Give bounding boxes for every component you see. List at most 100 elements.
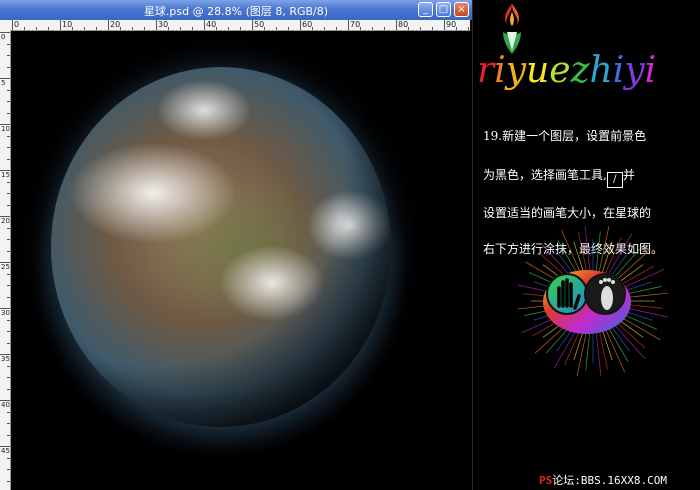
planet-shadow bbox=[51, 67, 391, 427]
ruler-tick bbox=[0, 124, 10, 125]
ruler-top-label: 0 bbox=[14, 20, 20, 29]
ruler-left-label: 25 bbox=[1, 263, 10, 271]
ruler-tick bbox=[132, 27, 133, 30]
ruler-tick bbox=[0, 32, 10, 33]
ruler-tick bbox=[240, 27, 241, 30]
instruction-line-2-a: 为黑色，选择画笔工具, bbox=[483, 168, 607, 182]
footer-forum-text: 论坛:BBS.16XX8.COM bbox=[552, 474, 667, 487]
ruler-tick bbox=[7, 331, 10, 332]
ruler-tick bbox=[7, 296, 10, 298]
window-titlebar[interactable]: 星球.psd @ 28.8% (图层 8, RGB/8) _ □ × bbox=[0, 0, 472, 20]
ruler-top-label: 20 bbox=[110, 20, 121, 29]
ruler-tick bbox=[312, 27, 313, 30]
brand-logo-text: riyuezhiyi bbox=[477, 50, 656, 91]
ruler-tick bbox=[7, 423, 10, 424]
foot-icon bbox=[601, 286, 613, 310]
ruler-tick bbox=[0, 446, 10, 447]
ruler-top-label: 80 bbox=[398, 20, 409, 29]
brand-letter: y bbox=[505, 50, 527, 91]
tutorial-panel: riyuezhiyi 19.新建一个图层，设置前景色 为黑色，选择画笔工具, / 并… bbox=[473, 0, 700, 490]
ruler-tick bbox=[96, 27, 97, 30]
ruler-tick bbox=[7, 411, 10, 413]
brand-letter: i bbox=[494, 50, 506, 91]
forum-footer: PS论坛:BBS.16XX8.COM bbox=[539, 472, 667, 488]
document-canvas[interactable] bbox=[11, 31, 472, 490]
ruler-tick bbox=[0, 308, 10, 309]
ruler-tick bbox=[300, 20, 301, 30]
ruler-tick bbox=[7, 469, 10, 470]
brush-icon: / bbox=[606, 172, 623, 188]
ruler-tick bbox=[24, 27, 25, 30]
minimize-button[interactable]: _ bbox=[418, 2, 433, 17]
ruler-tick bbox=[228, 27, 229, 30]
ruler-left-label: 35 bbox=[1, 355, 10, 363]
ruler-tick bbox=[7, 273, 10, 275]
ruler-tick bbox=[7, 285, 10, 286]
ruler-tick bbox=[7, 250, 10, 252]
ruler-tick bbox=[0, 400, 10, 401]
ruler-tick bbox=[7, 101, 10, 102]
ruler-tick bbox=[7, 480, 10, 482]
ruler-tick bbox=[264, 27, 265, 30]
ruler-tick bbox=[7, 342, 10, 344]
burst-ray bbox=[598, 330, 608, 370]
ruler-tick bbox=[48, 27, 49, 30]
ruler-tick bbox=[216, 27, 217, 30]
ruler-top-label: 90 bbox=[446, 20, 457, 29]
brand-letter: r bbox=[477, 50, 495, 91]
ruler-top-label: 60 bbox=[302, 20, 313, 29]
ruler-tick bbox=[408, 27, 409, 30]
window-title: 星球.psd @ 28.8% (图层 8, RGB/8) bbox=[143, 5, 329, 18]
ruler-left-label: 30 bbox=[1, 309, 10, 317]
ruler-tick bbox=[420, 27, 421, 30]
ruler-tick bbox=[336, 27, 337, 30]
ruler-tick bbox=[144, 27, 145, 30]
brand-letter: u bbox=[526, 50, 550, 91]
ruler-tick bbox=[180, 27, 181, 30]
horizontal-ruler[interactable]: 0 10 20 30 40 50 60 70 80 90 bbox=[10, 20, 470, 31]
ruler-tick bbox=[372, 27, 373, 30]
brand-letter: y bbox=[624, 50, 645, 91]
maximize-button[interactable]: □ bbox=[436, 2, 451, 17]
ruler-left-label: 10 bbox=[1, 125, 10, 133]
brand-letter: z bbox=[570, 50, 590, 91]
brand-letter: e bbox=[549, 50, 571, 91]
ruler-tick bbox=[456, 27, 457, 30]
ruler-left-label: 15 bbox=[1, 171, 10, 179]
ruler-tick bbox=[0, 262, 10, 263]
ruler-top-label: 50 bbox=[254, 20, 265, 29]
ruler-top-label: 40 bbox=[206, 20, 217, 29]
ruler-tick bbox=[7, 43, 10, 45]
ruler-tick bbox=[0, 354, 10, 355]
ruler-tick bbox=[204, 20, 205, 30]
ruler-tick bbox=[0, 216, 10, 217]
ruler-tick bbox=[288, 27, 289, 30]
ruler-left-label: 5 bbox=[1, 79, 6, 87]
ruler-left-label: 40 bbox=[1, 401, 10, 409]
instruction-line-3: 设置适当的画笔大小，在星球的 bbox=[483, 206, 652, 220]
burst-ray bbox=[576, 330, 588, 376]
brand-letter: i bbox=[612, 50, 625, 91]
ruler-tick bbox=[7, 377, 10, 378]
ruler-tick bbox=[60, 20, 61, 30]
document-window: 星球.psd @ 28.8% (图层 8, RGB/8) _ □ × 0 10 20… bbox=[0, 0, 473, 490]
ruler-tick bbox=[348, 20, 349, 30]
hand-foot-logo bbox=[543, 270, 631, 334]
footer-ps-label: PS bbox=[539, 474, 553, 487]
ruler-tick bbox=[36, 27, 37, 30]
ruler-tick bbox=[7, 388, 10, 390]
ruler-tick bbox=[360, 27, 361, 30]
close-button[interactable]: × bbox=[454, 2, 469, 17]
ruler-top-label: 70 bbox=[350, 20, 361, 29]
burst-ray bbox=[585, 330, 591, 371]
ruler-top-label: 30 bbox=[158, 20, 169, 29]
ruler-tick bbox=[84, 27, 85, 30]
ruler-tick bbox=[7, 319, 10, 321]
ruler-tick bbox=[156, 20, 157, 30]
ruler-tick bbox=[252, 20, 253, 30]
ruler-tick bbox=[7, 193, 10, 194]
ruler-left-label: 20 bbox=[1, 217, 10, 225]
ruler-tick bbox=[7, 89, 10, 91]
ruler-tick bbox=[192, 27, 193, 30]
vertical-ruler[interactable]: 0 5 10 15 20 25 30 35 40 45 bbox=[0, 30, 11, 490]
